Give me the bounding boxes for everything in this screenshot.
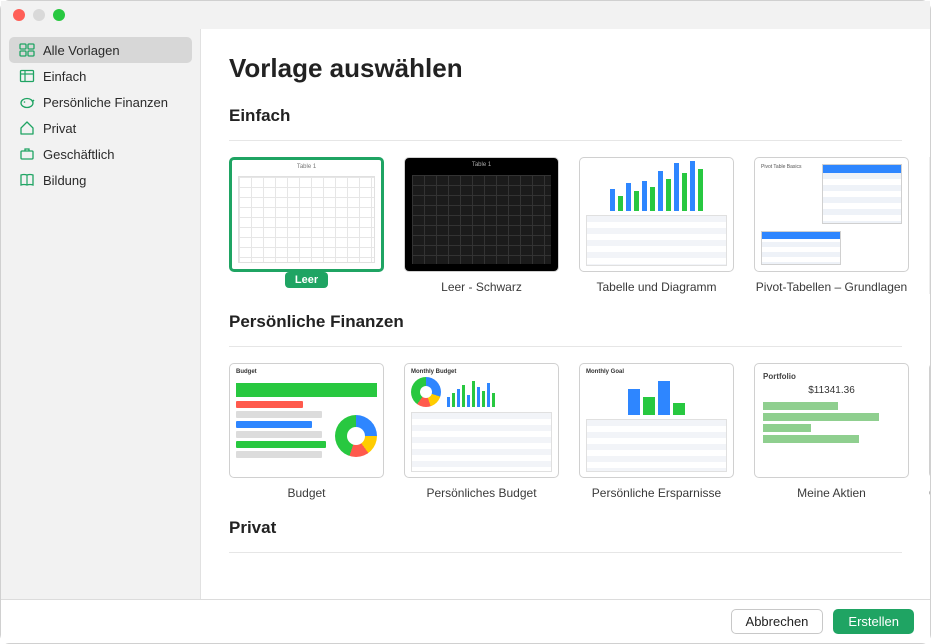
divider [229, 140, 902, 141]
template-label: Leer [285, 272, 328, 288]
template-tabelle-diagramm[interactable]: Tabelle und Diagramm [579, 157, 734, 294]
minimize-window-button[interactable] [33, 9, 45, 21]
template-label: Budget [287, 486, 325, 500]
template-label: Persönliche Ersparnisse [592, 486, 721, 500]
piggy-icon [19, 94, 35, 110]
sidebar-item-label: Bildung [43, 173, 86, 188]
template-label: Tabelle und Diagramm [596, 280, 716, 294]
sidebar: Alle Vorlagen Einfach Persönliche Finanz… [1, 29, 201, 599]
template-thumbnail [579, 157, 734, 272]
template-label: Persönliches Budget [426, 486, 536, 500]
template-label: Pivot-Tabellen – Grundlagen [756, 280, 907, 294]
sidebar-item-education[interactable]: Bildung [9, 167, 192, 193]
page-title: Vorlage auswählen [229, 53, 902, 84]
template-budget[interactable]: Budget Budget [229, 363, 384, 500]
template-pivot-grundlagen[interactable]: Pivot Table Basics Pivot-Tabellen – Grun… [754, 157, 909, 294]
template-peek[interactable] [929, 157, 930, 294]
sidebar-item-label: Alle Vorlagen [43, 43, 120, 58]
body: Alle Vorlagen Einfach Persönliche Finanz… [1, 29, 930, 599]
divider [229, 552, 902, 553]
sidebar-item-label: Geschäftlich [43, 147, 115, 162]
template-ersparnisse[interactable]: Monthly Goal Persönliche Ersparnisse [579, 363, 734, 500]
section-title-einfach: Einfach [229, 106, 902, 126]
template-thumbnail: Table 1 [229, 157, 384, 272]
titlebar [1, 1, 930, 29]
template-thumbnail: Pivot Table Basics [754, 157, 909, 272]
template-leer[interactable]: Table 1 Leer [229, 157, 384, 294]
sidebar-item-basic[interactable]: Einfach [9, 63, 192, 89]
template-thumbnail: Budget [229, 363, 384, 478]
template-label: Gemeinsame Ausgaben [929, 486, 930, 500]
template-row-einfach: Table 1 Leer Table 1 Leer - Schwarz [229, 157, 902, 294]
sidebar-item-label: Privat [43, 121, 76, 136]
footer: Abbrechen Erstellen [1, 599, 930, 643]
section-title-privat: Privat [229, 518, 902, 538]
cancel-button[interactable]: Abbrechen [731, 609, 824, 634]
sidebar-item-label: Einfach [43, 69, 86, 84]
template-label: Meine Aktien [797, 486, 866, 500]
sidebar-item-business[interactable]: Geschäftlich [9, 141, 192, 167]
template-thumbnail: Monthly Goal [579, 363, 734, 478]
sidebar-item-label: Persönliche Finanzen [43, 95, 168, 110]
divider [229, 346, 902, 347]
template-label: Leer - Schwarz [441, 280, 522, 294]
template-persoenliches-budget[interactable]: Monthly Budget [404, 363, 559, 500]
section-title-finanzen: Persönliche Finanzen [229, 312, 902, 332]
table-icon [19, 68, 35, 84]
template-chooser-window: Alle Vorlagen Einfach Persönliche Finanz… [1, 1, 930, 643]
create-button[interactable]: Erstellen [833, 609, 914, 634]
sidebar-item-all-templates[interactable]: Alle Vorlagen [9, 37, 192, 63]
template-row-finanzen: Budget Budget Month [229, 363, 902, 500]
template-meine-aktien[interactable]: Portfolio $11341.36 Meine Aktien [754, 363, 909, 500]
content-area[interactable]: Vorlage auswählen Einfach Table 1 Leer T… [201, 29, 930, 599]
template-leer-schwarz[interactable]: Table 1 Leer - Schwarz [404, 157, 559, 294]
briefcase-icon [19, 146, 35, 162]
zoom-window-button[interactable] [53, 9, 65, 21]
template-thumbnail: Shared Expenses [929, 363, 930, 478]
grid-icon [19, 42, 35, 58]
close-window-button[interactable] [13, 9, 25, 21]
house-icon [19, 120, 35, 136]
sidebar-item-personal-finance[interactable]: Persönliche Finanzen [9, 89, 192, 115]
template-thumbnail: Monthly Budget [404, 363, 559, 478]
template-gemeinsame[interactable]: Shared Expenses Gemeinsame Ausgaben [929, 363, 930, 500]
book-icon [19, 172, 35, 188]
template-thumbnail: Portfolio $11341.36 [754, 363, 909, 478]
sidebar-item-personal[interactable]: Privat [9, 115, 192, 141]
template-thumbnail: Table 1 [404, 157, 559, 272]
